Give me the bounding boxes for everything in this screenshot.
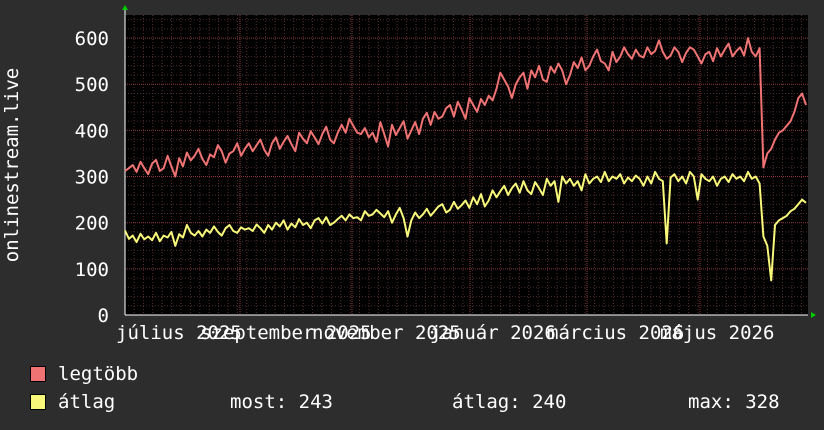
legend-label-atlag: átlag [58, 391, 116, 413]
stat-average: átlag: 240 [452, 390, 566, 414]
y-tick-label: 400 [75, 120, 109, 142]
x-tick-label: május 2026 [660, 322, 774, 344]
legend-swatch-legtobb [30, 366, 46, 382]
y-tick-label: 100 [75, 259, 109, 281]
chart-container: 0 100 200 300 400 500 600 július 2025 szeptember… [0, 0, 824, 430]
legend-label-legtobb: legtöbb [58, 363, 139, 385]
stat-current-label: most: [230, 391, 288, 413]
stat-current: most: 243 [230, 390, 333, 414]
stat-max: max: 328 [688, 390, 780, 414]
x-axis-arrow [811, 312, 816, 318]
x-tick-label: január 2026 [430, 322, 556, 344]
y-tick-label: 600 [75, 28, 109, 50]
y-tick-label: 200 [75, 213, 109, 235]
y-axis-title: onlinestream.live [1, 68, 23, 262]
y-tick-label: 0 [98, 305, 109, 327]
legend-swatch-atlag [30, 394, 46, 410]
legend-row-atlag: átlag most: 243 átlag: 240 max: 328 [30, 390, 824, 414]
stat-average-label: átlag: [452, 391, 521, 413]
stat-max-label: max: [688, 391, 734, 413]
plot-area [125, 15, 808, 315]
stat-current-value: 243 [298, 391, 333, 413]
y-tick-label: 500 [75, 74, 109, 96]
stat-max-value: 328 [745, 391, 780, 413]
stat-average-value: 240 [532, 391, 567, 413]
y-tick-label: 300 [75, 167, 109, 189]
y-axis-arrow [122, 5, 128, 10]
